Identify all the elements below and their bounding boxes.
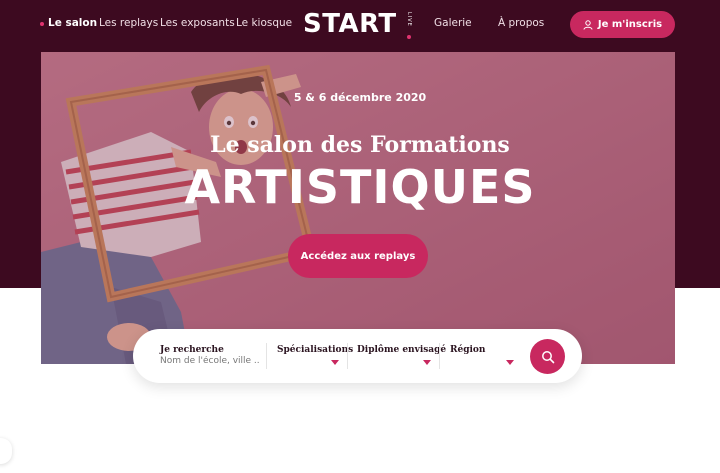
region-select[interactable]: Région: [450, 329, 516, 383]
search-input[interactable]: [160, 356, 260, 366]
nav-item-a-propos[interactable]: À propos: [498, 17, 544, 29]
field-divider: [347, 343, 348, 369]
side-widget-tab[interactable]: [0, 438, 12, 464]
user-icon: [583, 19, 593, 30]
nav-item-les-exposants[interactable]: Les exposants: [160, 17, 235, 29]
active-indicator-dot: [40, 22, 44, 26]
hero-subtitle: Le salon des Formations: [210, 132, 510, 158]
chevron-down-icon: [331, 360, 339, 365]
school-search-bar: Je recherche Spécialisations Diplôme env…: [133, 329, 582, 383]
logo-dot: [407, 35, 411, 39]
chevron-down-icon: [506, 360, 514, 365]
field-divider: [439, 343, 440, 369]
search-icon: [541, 350, 554, 363]
nav-item-le-salon[interactable]: Le salon: [48, 17, 97, 29]
replays-button[interactable]: Accédez aux replays: [288, 234, 428, 278]
hero-title: ARTISTIQUES: [184, 160, 536, 214]
nav-item-le-kiosque[interactable]: Le kiosque: [236, 17, 292, 29]
search-query-label: Je recherche: [160, 345, 224, 355]
logo-live-text: LIVE: [406, 12, 412, 27]
diplome-select[interactable]: Diplôme envisagé: [357, 329, 446, 383]
event-date: 5 & 6 décembre 2020: [293, 91, 427, 104]
region-label: Région: [450, 345, 486, 355]
signup-button[interactable]: Je m'inscris: [570, 11, 675, 38]
logo-text: START: [303, 9, 397, 39]
diplome-label: Diplôme envisagé: [357, 345, 447, 355]
nav-item-galerie[interactable]: Galerie: [434, 17, 472, 29]
search-query-field[interactable]: Je recherche: [160, 329, 270, 383]
chevron-down-icon: [423, 360, 431, 365]
specialisations-label: Spécialisations: [277, 345, 354, 355]
signup-label: Je m'inscris: [597, 19, 663, 30]
search-button[interactable]: [530, 339, 565, 374]
field-divider: [266, 343, 267, 369]
main-nav: Le salon Les replays Les exposants Le ki…: [0, 0, 720, 48]
specialisations-select[interactable]: Spécialisations: [277, 329, 353, 383]
nav-item-les-replays[interactable]: Les replays: [99, 17, 158, 29]
